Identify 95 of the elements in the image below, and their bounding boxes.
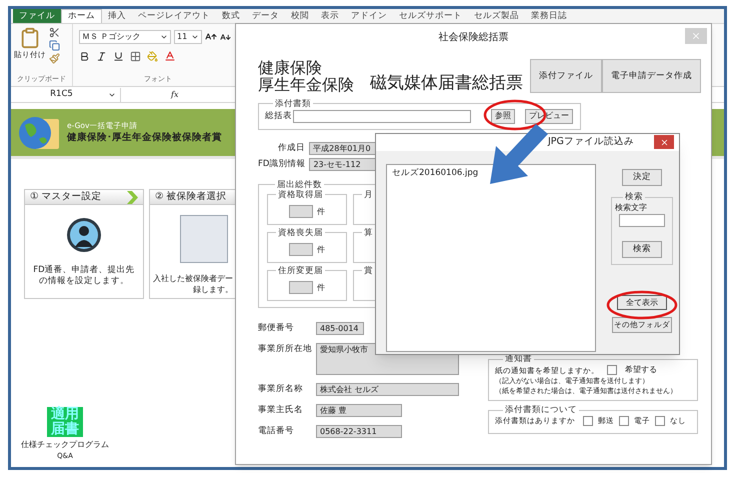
ok-button[interactable]: 決定 xyxy=(622,169,662,186)
ribbon-tab[interactable]: 挿入 xyxy=(102,9,132,23)
border-icon[interactable] xyxy=(130,50,141,62)
group-label: 添付書類 xyxy=(274,98,312,108)
group-label: 月 xyxy=(363,190,374,200)
checkbox-label[interactable]: 希望する xyxy=(625,364,657,376)
ribbon-tab[interactable]: 校閲 xyxy=(285,9,315,23)
value-field: 485-0014 xyxy=(316,322,364,334)
underline-icon[interactable] xyxy=(113,50,124,62)
step-title: ② 被保険者選択 xyxy=(155,190,227,204)
caret-icon xyxy=(160,33,168,41)
group-label: 資格取得届 xyxy=(277,190,324,200)
checkbox[interactable] xyxy=(607,365,617,376)
field-label: 総括表 xyxy=(265,110,293,122)
close-icon xyxy=(691,31,701,41)
brush-icon[interactable] xyxy=(49,53,60,64)
ribbon-tab[interactable]: 数式 xyxy=(216,9,246,23)
person-icon xyxy=(66,217,102,253)
browse-button[interactable]: 参照 xyxy=(491,108,515,124)
field-label: 作成日 xyxy=(277,142,306,154)
highlight-ellipse xyxy=(606,290,678,320)
ribbon-tab[interactable]: ファイル xyxy=(13,9,61,23)
file-item[interactable]: セルズ20160106.jpg xyxy=(392,167,590,180)
scissors-icon[interactable] xyxy=(49,27,60,38)
step-title: ① マスター設定 xyxy=(30,190,102,204)
field-label: 事業所所在地 xyxy=(258,342,313,356)
search-button[interactable]: 検索 xyxy=(622,241,662,258)
step-card[interactable]: ① マスター設定 FD通番、申請者、提出先の情報を設定します。 xyxy=(24,189,144,299)
file-path-field[interactable] xyxy=(293,110,471,122)
unit-label: 件 xyxy=(317,244,325,256)
field-label: FD識別情報 xyxy=(258,158,306,170)
caret-icon xyxy=(191,33,199,41)
ribbon-tab[interactable]: セルズサポート xyxy=(393,9,468,23)
italic-icon[interactable] xyxy=(96,50,107,62)
close-button[interactable] xyxy=(654,135,674,149)
chevron-icon xyxy=(126,190,138,204)
window-title: JPGファイル読込み xyxy=(548,135,634,150)
group-label: 賞 xyxy=(363,266,374,276)
ribbon-tab[interactable]: ページレイアウト xyxy=(132,9,216,23)
checkbox[interactable] xyxy=(583,416,593,426)
unit-label: 件 xyxy=(317,282,325,294)
value-field: 株式会社 セルズ xyxy=(316,382,459,396)
window-title: 社会保険総括票 xyxy=(438,30,508,44)
count-field[interactable] xyxy=(289,281,313,294)
unit-label: 件 xyxy=(317,206,325,218)
name-box[interactable]: R1C5 xyxy=(11,88,121,102)
group-label: 添付書類について xyxy=(504,405,578,416)
copy-icon[interactable] xyxy=(49,40,60,51)
ribbon-tab[interactable]: 業務日誌 xyxy=(525,9,573,23)
fill-color-icon[interactable] xyxy=(147,50,158,62)
group-label: 資格喪失届 xyxy=(277,228,324,238)
banner-title: 健康保険･厚生年金保険被保険者賞 xyxy=(67,131,222,145)
tool-label[interactable]: 仕様チェックプログラム xyxy=(21,438,109,450)
group-label: 算 xyxy=(363,228,374,238)
ribbon-tab[interactable]: アドイン xyxy=(345,9,393,23)
value-field: 佐藤 豊 xyxy=(316,404,402,416)
card-description: 入社した被保険者デー xyxy=(153,273,233,284)
field-label: 郵便番号 xyxy=(258,322,295,334)
clipboard-icon[interactable] xyxy=(19,27,41,49)
field-label: 事業主氏名 xyxy=(258,404,304,416)
count-field[interactable] xyxy=(289,205,313,218)
function-label[interactable]: fx xyxy=(171,88,178,100)
ribbon-tab[interactable]: 表示 xyxy=(315,9,345,23)
card-description: 録します。 xyxy=(193,284,233,295)
file-list[interactable]: セルズ20160106.jpg xyxy=(386,164,596,352)
close-icon xyxy=(660,138,668,146)
action-button[interactable]: 添付ファイル xyxy=(530,59,602,93)
group-label: 届出総件数 xyxy=(276,180,323,190)
show-all-button[interactable]: 全て表示 xyxy=(617,295,667,310)
card-description: FD通番、申請者、提出先の情報を設定します。 xyxy=(32,265,136,287)
heading: 健康保険 xyxy=(258,59,323,76)
checkbox[interactable] xyxy=(619,416,629,426)
font-color-icon[interactable] xyxy=(164,50,176,62)
field-label: 電話番号 xyxy=(258,424,295,438)
group-label: 検索 xyxy=(624,192,644,202)
highlight-ellipse xyxy=(483,99,547,131)
ribbon-tab[interactable]: ホーム xyxy=(61,9,102,23)
action-button[interactable]: 電子申請データ作成 xyxy=(602,59,701,93)
checkbox[interactable] xyxy=(655,416,665,426)
preview-button[interactable]: プレビュー xyxy=(525,108,573,124)
shrink-font-icon[interactable] xyxy=(220,32,231,42)
value-field: 0568-22-3311 xyxy=(316,424,402,438)
field-label: 検索文字 xyxy=(615,202,647,214)
form-title: 磁気媒体届書総括票 xyxy=(370,72,523,95)
group-label: 住所変更届 xyxy=(277,266,324,276)
search-field[interactable] xyxy=(619,214,665,227)
font-size-field[interactable]: 11 xyxy=(174,30,202,44)
ribbon-tab[interactable]: データ xyxy=(246,9,285,23)
font-name-field[interactable]: ＭＳ Ｐゴシック xyxy=(79,30,171,44)
screenshot-thumbnail xyxy=(180,215,228,263)
bold-icon[interactable] xyxy=(79,50,90,62)
count-field[interactable] xyxy=(289,243,313,256)
heading: 厚生年金保険 xyxy=(258,76,354,93)
field-label: 事業所名称 xyxy=(258,382,304,396)
ribbon-tab[interactable]: セルズ製品 xyxy=(468,9,525,23)
